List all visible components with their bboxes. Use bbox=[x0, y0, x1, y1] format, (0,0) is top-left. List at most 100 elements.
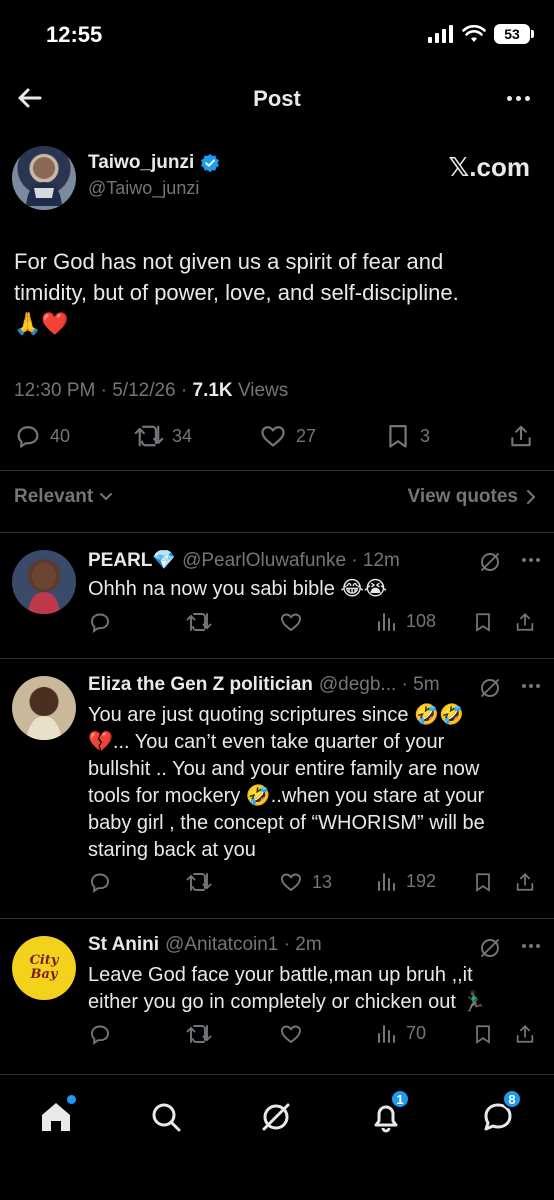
bookmark-button[interactable] bbox=[472, 870, 494, 894]
reply-author-handle: @Anitatcoin1 · 2m bbox=[165, 934, 322, 955]
reply-author-name[interactable]: PEARL💎 bbox=[88, 548, 176, 572]
views-bar-icon bbox=[378, 613, 395, 631]
reply-avatar[interactable] bbox=[12, 676, 76, 740]
grok-icon[interactable] bbox=[478, 936, 502, 960]
reply-button[interactable] bbox=[88, 1022, 112, 1046]
bookmark-button[interactable]: 3 bbox=[384, 422, 430, 450]
views-count[interactable]: 7.1K bbox=[193, 380, 233, 401]
reply-button[interactable] bbox=[88, 870, 112, 894]
share-button[interactable] bbox=[514, 610, 536, 634]
reply-text-line: baby girl , the concept of “WHORISM” wil… bbox=[88, 812, 485, 834]
reply-actions: 108 bbox=[0, 610, 554, 650]
reply-icon bbox=[91, 873, 109, 894]
share-button[interactable] bbox=[514, 1022, 536, 1046]
battery-indicator: 53 bbox=[494, 24, 534, 44]
divider bbox=[0, 532, 554, 533]
reply-text-line: either you go in completely or chicken o… bbox=[88, 991, 487, 1013]
reply-header: Eliza the Gen Z politician @degb... · 5m bbox=[88, 674, 540, 696]
views-button[interactable]: 192 bbox=[376, 870, 436, 892]
repost-button[interactable] bbox=[186, 610, 212, 634]
grok-icon[interactable] bbox=[478, 676, 502, 700]
bookmark-button[interactable] bbox=[472, 1022, 494, 1046]
reply-avatar[interactable] bbox=[12, 550, 76, 614]
top-bar: Post bbox=[0, 66, 554, 130]
repost-count: 34 bbox=[172, 425, 193, 446]
post-time: 12:30 PM bbox=[14, 380, 96, 401]
bottom-tab-bar: 1 8 bbox=[0, 1074, 554, 1200]
reply-author-handle: @PearlOluwafunke · 12m bbox=[182, 550, 400, 571]
like-button[interactable]: 13 bbox=[278, 870, 332, 894]
post-actions: 40 34 27 3 bbox=[0, 422, 554, 462]
reply-header: St Anini @Anitatcoin1 · 2m bbox=[88, 934, 540, 956]
chevron-down-icon bbox=[100, 493, 113, 501]
signal-icon bbox=[428, 25, 453, 43]
tab-messages[interactable]: 8 bbox=[478, 1089, 522, 1137]
tab-search[interactable] bbox=[146, 1097, 186, 1137]
share-icon bbox=[516, 872, 534, 891]
author-handle: @Taiwo_junzi bbox=[88, 178, 200, 198]
like-count: 27 bbox=[296, 425, 317, 446]
reply-count: 40 bbox=[50, 425, 71, 446]
reply-more-icon[interactable] bbox=[522, 558, 540, 562]
avatar-image bbox=[26, 157, 62, 206]
reply-author-name[interactable]: Eliza the Gen Z politician bbox=[88, 674, 313, 696]
tab-notifications[interactable]: 1 bbox=[366, 1089, 410, 1137]
repost-button[interactable]: 34 bbox=[134, 422, 192, 450]
like-button[interactable]: 27 bbox=[258, 422, 316, 450]
avatar-image bbox=[28, 562, 60, 614]
views-button[interactable]: 108 bbox=[376, 610, 436, 632]
author-block: Taiwo_junzi @Taiwo_junzi bbox=[88, 152, 220, 199]
divider bbox=[0, 470, 554, 471]
share-button[interactable] bbox=[514, 870, 536, 894]
reply-header: PEARL💎 @PearlOluwafunke · 12m bbox=[88, 548, 540, 572]
heart-icon bbox=[261, 426, 285, 447]
bookmark-button[interactable] bbox=[472, 610, 494, 634]
views-bar-icon bbox=[378, 873, 395, 891]
heart-icon bbox=[281, 1025, 301, 1044]
repost-button[interactable] bbox=[186, 870, 212, 894]
views-bar-icon bbox=[378, 1025, 395, 1043]
repost-icon bbox=[186, 1025, 212, 1043]
reply-text: Ohhh na now you sabi bible 😂😭 bbox=[88, 578, 388, 600]
bookmark-icon bbox=[476, 613, 490, 632]
status-time: 12:55 bbox=[46, 22, 103, 47]
reply-text: You are just quoting scriptures since 🤣🤣… bbox=[88, 702, 528, 864]
repost-button[interactable] bbox=[186, 1022, 212, 1046]
reply-author-handle: @degb... · 5m bbox=[318, 674, 440, 695]
page-title: Post bbox=[253, 86, 301, 111]
reply-actions: 70 bbox=[0, 1022, 554, 1062]
reply-text-line: You are just quoting scriptures since 🤣🤣 bbox=[88, 704, 464, 726]
reply-author-name[interactable]: St Anini bbox=[88, 934, 159, 956]
reply-more-icon[interactable] bbox=[522, 684, 540, 688]
reply-button[interactable] bbox=[88, 610, 112, 634]
reply-more-icon[interactable] bbox=[522, 944, 540, 948]
author-name-row[interactable]: Taiwo_junzi bbox=[88, 152, 220, 174]
views-button[interactable]: 70 bbox=[376, 1022, 426, 1044]
like-button[interactable] bbox=[278, 610, 312, 634]
tab-home[interactable] bbox=[36, 1095, 76, 1137]
author-avatar[interactable] bbox=[12, 146, 76, 210]
reply-avatar[interactable]: City Bay bbox=[12, 936, 76, 1000]
reply-icon bbox=[91, 613, 109, 634]
reply-text: Leave God face your battle,man up bruh ,… bbox=[88, 962, 528, 1016]
reply-icon bbox=[17, 426, 39, 448]
views-count: 192 bbox=[406, 870, 437, 891]
reply-text-line: bullshit .. You and your entire family a… bbox=[88, 758, 480, 780]
grok-icon[interactable] bbox=[478, 550, 502, 574]
post-meta: 12:30 PM · 5/12/26 · 7.1K Views bbox=[14, 380, 289, 401]
divider bbox=[0, 918, 554, 919]
repost-icon bbox=[186, 873, 212, 891]
reply-button[interactable]: 40 bbox=[14, 422, 70, 450]
sort-relevant-dropdown[interactable]: Relevant bbox=[14, 486, 113, 508]
chevron-right-icon bbox=[527, 490, 536, 504]
repost-icon bbox=[186, 613, 212, 631]
share-icon bbox=[516, 1024, 534, 1043]
view-quotes-link[interactable]: View quotes bbox=[407, 486, 536, 508]
tab-grok[interactable] bbox=[256, 1097, 296, 1137]
share-button[interactable] bbox=[508, 422, 534, 450]
wifi-icon bbox=[462, 25, 486, 42]
more-options-icon[interactable] bbox=[507, 96, 530, 101]
reply-text-line: tools for mockery 🤣..when you stare at y… bbox=[88, 785, 485, 807]
sort-label: Relevant bbox=[14, 486, 94, 507]
like-button[interactable] bbox=[278, 1022, 312, 1046]
